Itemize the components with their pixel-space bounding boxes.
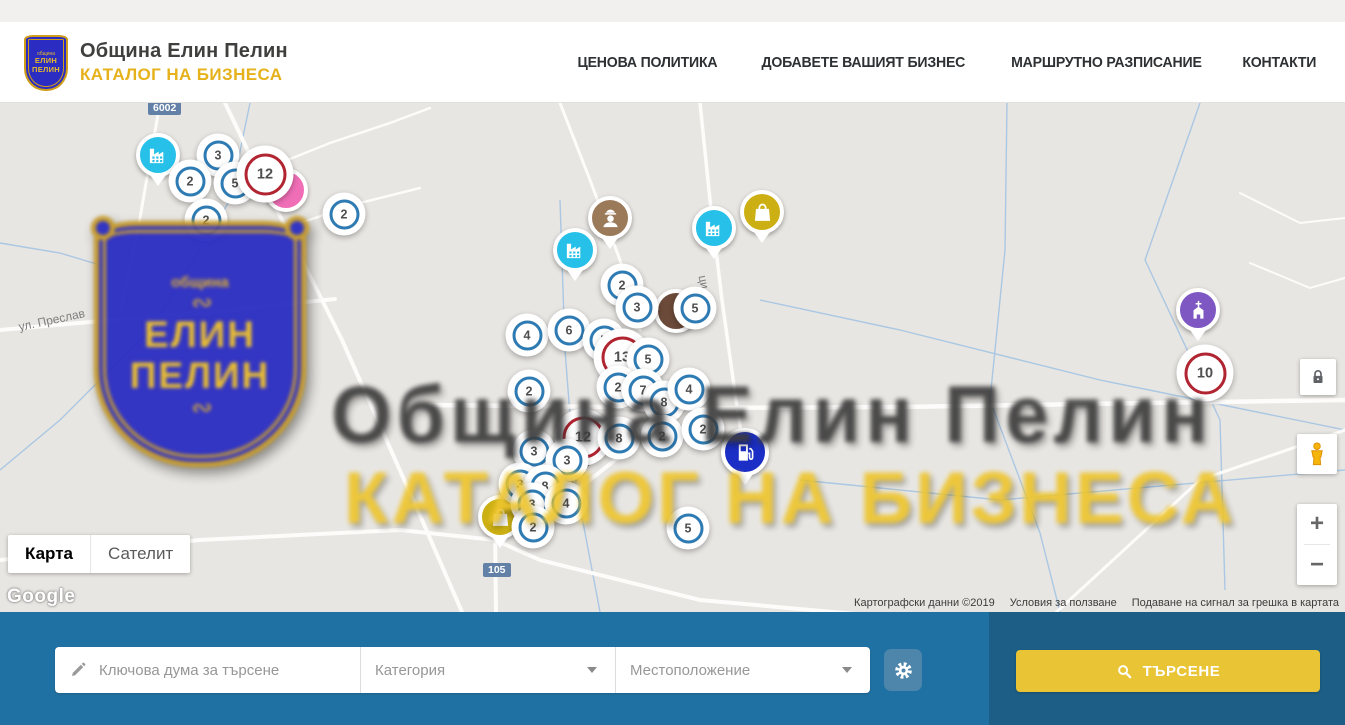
search-icon — [1116, 663, 1133, 680]
cluster-count: 12 — [244, 153, 286, 195]
cluster-marker[interactable]: 2 — [508, 370, 551, 413]
cluster-count: 5 — [673, 513, 703, 543]
fuel-icon — [734, 441, 757, 464]
location-dropdown[interactable]: Местоположение — [615, 647, 870, 693]
zoom-in-button[interactable]: + — [1297, 504, 1337, 544]
church-pin-marker[interactable] — [1176, 288, 1220, 332]
church-icon — [1187, 299, 1210, 322]
main-nav: ЦЕНОВА ПОЛИТИКА ДОБАВЕТЕ ВАШИЯТ БИЗНЕС МАР… — [573, 54, 1319, 71]
nav-item-pricing[interactable]: ЦЕНОВА ПОЛИТИКА — [578, 54, 718, 71]
cluster-marker[interactable]: 5 — [674, 287, 717, 330]
cluster-count: 4 — [674, 374, 704, 404]
google-logo[interactable]: Google — [7, 586, 75, 608]
crest-name-line2: ПЕЛИН — [32, 66, 60, 75]
cluster-marker[interactable]: 8 — [598, 417, 641, 460]
site-logo-link[interactable]: община ЕЛИН ПЕЛИН Община Елин Пелин КАТА… — [24, 35, 288, 91]
factory-pin-marker[interactable] — [553, 228, 597, 272]
category-dropdown[interactable]: Категория — [360, 647, 615, 693]
road-number-badge: 6002 — [148, 103, 181, 115]
factory-pin-marker[interactable] — [692, 206, 736, 250]
map-type-control: Карта Сателит — [8, 535, 190, 573]
fuel-pin-marker[interactable] — [721, 428, 769, 476]
nav-item-contacts[interactable]: КОНТАКТИ — [1243, 54, 1317, 71]
cluster-count: 2 — [175, 166, 205, 196]
location-dropdown-label: Местоположение — [630, 662, 750, 679]
cluster-marker[interactable]: 10 — [1177, 345, 1234, 402]
cluster-marker[interactable]: 2 — [169, 160, 212, 203]
cluster-marker[interactable]: 2 — [641, 415, 684, 458]
factory-icon — [147, 144, 170, 167]
worker-pin-marker[interactable] — [588, 196, 632, 240]
chevron-down-icon — [587, 667, 597, 673]
header: община ЕЛИН ПЕЛИН Община Елин Пелин КАТА… — [0, 0, 1345, 103]
cluster-count: 2 — [518, 512, 548, 542]
cluster-marker[interactable]: 2 — [185, 199, 228, 242]
municipality-crest-icon: община ЕЛИН ПЕЛИН — [24, 35, 68, 91]
factory-icon — [564, 239, 587, 262]
search-button[interactable]: ТЪРСЕНЕ — [1016, 650, 1320, 692]
lock-button[interactable] — [1300, 359, 1336, 395]
keyword-field — [55, 647, 360, 693]
map-canvas[interactable]: ул. Преславбул. „Новоселци6002105 325122… — [0, 103, 1345, 612]
bag-icon — [489, 506, 512, 529]
cluster-marker[interactable]: 2 — [323, 193, 366, 236]
cluster-count: 5 — [680, 293, 710, 323]
map-type-satellite-button[interactable]: Сателит — [90, 535, 190, 573]
top-strip — [0, 0, 1345, 22]
nav-item-route-schedule[interactable]: МАРШРУТНО РАЗПИСАНИЕ — [1011, 54, 1202, 71]
cluster-marker[interactable]: 4 — [506, 314, 549, 357]
cluster-count: 6 — [554, 315, 584, 345]
search-button-label: ТЪРСЕНЕ — [1143, 663, 1221, 680]
cluster-count: 10 — [1184, 352, 1226, 394]
terms-link[interactable]: Условия за ползване — [1010, 597, 1117, 609]
worker-icon — [599, 207, 622, 230]
zoom-out-button[interactable]: − — [1297, 545, 1337, 585]
attribution-copyright: Картографски данни ©2019 — [854, 597, 995, 609]
cluster-count: 4 — [512, 320, 542, 350]
nav-item-add-business[interactable]: ДОБАВЕТЕ ВАШИЯТ БИЗНЕС — [761, 54, 965, 71]
cluster-marker[interactable]: 3 — [616, 286, 659, 329]
bag-icon — [751, 201, 774, 224]
road-number-badge: 105 — [483, 563, 511, 577]
cluster-marker[interactable]: 4 — [668, 368, 711, 411]
keyword-search-input[interactable] — [99, 662, 346, 679]
cluster-count: 3 — [622, 292, 652, 322]
cluster-marker[interactable]: 2 — [682, 408, 725, 451]
cluster-count: 2 — [647, 421, 677, 451]
cluster-count: 2 — [191, 205, 221, 235]
cluster-count: 2 — [329, 199, 359, 229]
cluster-marker[interactable]: 12 — [237, 146, 294, 203]
bag-pin-marker[interactable] — [740, 190, 784, 234]
cluster-count: 4 — [551, 488, 581, 518]
chevron-down-icon — [842, 667, 852, 673]
report-error-link[interactable]: Подаване на сигнал за грешка в картата — [1132, 597, 1339, 609]
search-fields: Категория Местоположение — [55, 647, 870, 693]
lock-icon — [1309, 368, 1327, 386]
street-view-pegman-button[interactable] — [1297, 434, 1337, 474]
search-bar-right-panel: ТЪРСЕНЕ — [989, 612, 1345, 725]
search-bar: ТЪРСЕНЕ Категория Местоположение — [0, 612, 1345, 725]
cluster-marker[interactable]: 5 — [667, 507, 710, 550]
site-subtitle: КАТАЛОГ НА БИЗНЕСА — [80, 65, 288, 85]
map-type-map-button[interactable]: Карта — [8, 535, 90, 573]
factory-icon — [703, 217, 726, 240]
pencil-icon — [69, 661, 87, 679]
cluster-count: 3 — [519, 436, 549, 466]
map-attribution: Картографски данни ©2019 Условия за полз… — [854, 597, 1339, 609]
cluster-count: 2 — [514, 376, 544, 406]
cluster-count: 8 — [604, 423, 634, 453]
site-title: Община Елин Пелин — [80, 40, 288, 63]
gear-icon — [893, 660, 914, 681]
cluster-marker[interactable]: 2 — [512, 506, 555, 549]
pegman-icon — [1304, 441, 1330, 467]
cluster-count: 2 — [688, 414, 718, 444]
advanced-settings-button[interactable] — [884, 649, 922, 691]
zoom-control: + − — [1297, 504, 1337, 585]
category-dropdown-label: Категория — [375, 662, 445, 679]
page: община ЕЛИН ПЕЛИН Община Елин Пелин КАТА… — [0, 0, 1345, 725]
